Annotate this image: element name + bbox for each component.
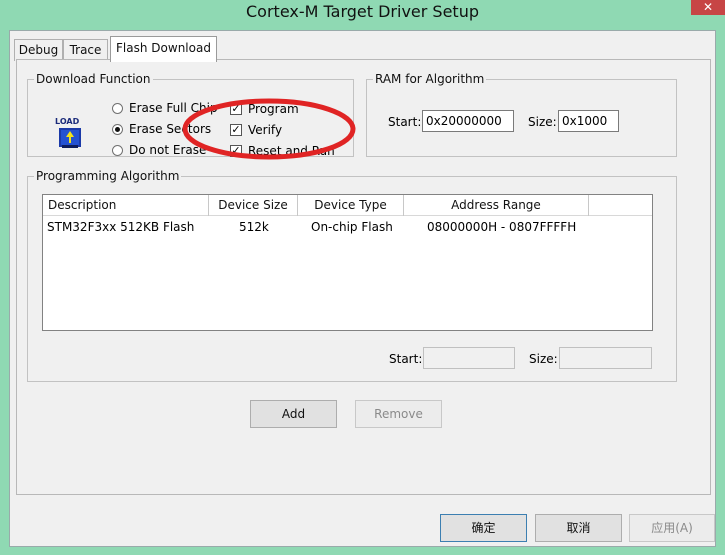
load-icon-text: LOAD	[55, 117, 80, 126]
close-button[interactable]: ✕	[691, 0, 725, 15]
algorithm-start-input[interactable]	[423, 347, 515, 369]
algorithm-list-header: Description Device Size Device Type Addr…	[43, 195, 652, 216]
ram-size-input[interactable]: 0x1000	[558, 110, 619, 132]
radio-erase-full-chip-label: Erase Full Chip	[129, 101, 218, 115]
row-device-size: 512k	[239, 220, 269, 234]
check-verify[interactable]: ✓ Verify	[230, 122, 282, 138]
ram-start-input[interactable]: 0x20000000	[422, 110, 514, 132]
check-reset-and-run[interactable]: ✓ Reset and Run	[230, 143, 335, 159]
cancel-button[interactable]: 取消	[535, 514, 622, 542]
check-program[interactable]: ✓ Program	[230, 101, 299, 117]
algorithm-size-input[interactable]	[559, 347, 652, 369]
algorithm-list[interactable]: Description Device Size Device Type Addr…	[42, 194, 653, 331]
apply-button[interactable]: 应用(A)	[629, 514, 715, 542]
ram-for-algorithm-group: RAM for Algorithm Start: 0x20000000 Size…	[366, 71, 677, 157]
radio-erase-full-chip[interactable]: Erase Full Chip	[112, 100, 218, 116]
ram-for-algorithm-title: RAM for Algorithm	[373, 71, 487, 87]
radio-erase-sectors[interactable]: Erase Sectors	[112, 121, 211, 137]
algorithm-start-label: Start:	[389, 352, 423, 366]
check-program-box[interactable]: ✓	[230, 103, 242, 115]
check-reset-and-run-box[interactable]: ✓	[230, 145, 242, 157]
programming-algorithm-title: Programming Algorithm	[34, 168, 182, 184]
radio-do-not-erase[interactable]: Do not Erase	[112, 142, 206, 158]
column-device-type[interactable]: Device Type	[298, 195, 404, 216]
add-button[interactable]: Add	[250, 400, 337, 428]
radio-do-not-erase-label: Do not Erase	[129, 143, 207, 157]
load-icon: LOAD	[55, 117, 81, 148]
radio-do-not-erase-indicator[interactable]	[112, 144, 123, 156]
tab-strip: Debug Trace Flash Download	[10, 31, 715, 62]
title-bar[interactable]: Cortex-M Target Driver Setup ✕	[0, 0, 725, 28]
algorithm-size-label: Size:	[529, 352, 558, 366]
radio-erase-full-chip-indicator[interactable]	[112, 102, 123, 114]
column-device-size[interactable]: Device Size	[209, 195, 298, 216]
window-title: Cortex-M Target Driver Setup	[246, 2, 479, 21]
remove-button[interactable]: Remove	[355, 400, 442, 428]
tab-flash-download[interactable]: Flash Download	[110, 36, 217, 62]
download-function-group: Download Function LOAD Erase Full Chip E…	[27, 71, 354, 159]
check-verify-box[interactable]: ✓	[230, 124, 242, 136]
ram-start-label: Start:	[388, 115, 422, 129]
radio-erase-sectors-indicator[interactable]	[112, 123, 123, 135]
radio-erase-sectors-label: Erase Sectors	[129, 122, 212, 136]
row-device-type: On-chip Flash	[311, 220, 393, 234]
dialog-client: Debug Trace Flash Download Download Func…	[9, 30, 716, 547]
row-address-range: 08000000H - 0807FFFFH	[427, 220, 577, 234]
column-address-range[interactable]: Address Range	[404, 195, 589, 216]
programming-algorithm-group: Programming Algorithm Description Device…	[27, 168, 677, 382]
tab-debug[interactable]: Debug	[14, 39, 63, 61]
download-function-title: Download Function	[34, 71, 153, 87]
column-description[interactable]: Description	[43, 195, 209, 216]
table-row[interactable]: STM32F3xx 512KB Flash 512k On-chip Flash…	[43, 218, 652, 236]
check-reset-and-run-label: Reset and Run	[248, 144, 335, 158]
row-description: STM32F3xx 512KB Flash	[47, 220, 195, 234]
check-program-label: Program	[248, 102, 299, 116]
check-verify-label: Verify	[248, 123, 283, 137]
tab-trace[interactable]: Trace	[63, 39, 108, 61]
dialog-window: Cortex-M Target Driver Setup ✕ Debug Tra…	[0, 0, 725, 555]
ok-button[interactable]: 确定	[440, 514, 527, 542]
close-icon: ✕	[702, 0, 714, 14]
flash-download-panel: Download Function LOAD Erase Full Chip E…	[16, 59, 711, 495]
ram-size-label: Size:	[528, 115, 557, 129]
